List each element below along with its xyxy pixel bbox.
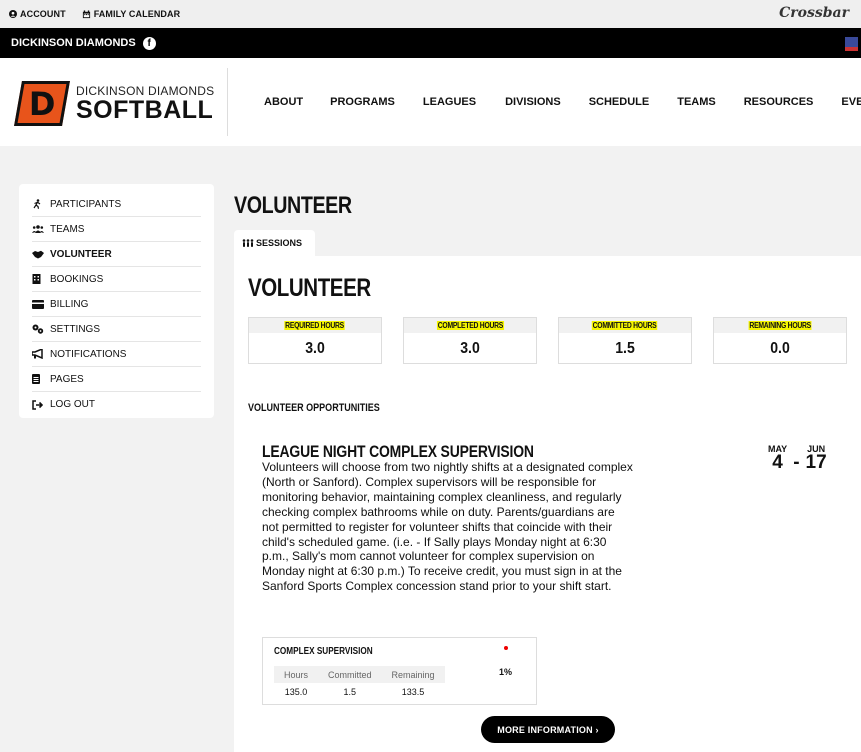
facebook-icon[interactable]: f bbox=[142, 36, 156, 50]
shift-header-hours: Hours bbox=[274, 666, 319, 683]
logo-line2: SOFTBALL bbox=[76, 96, 214, 124]
main-nav: ABOUT PROGRAMS LEAGUES DIVISIONS SCHEDUL… bbox=[264, 96, 861, 108]
sidebar-item-logout[interactable]: LOG OUT bbox=[32, 392, 201, 417]
account-label: ACCOUNT bbox=[20, 9, 66, 19]
group-icon bbox=[242, 239, 254, 247]
required-hours-card: REQUIRED HOURS 3.0 bbox=[248, 317, 382, 364]
end-day: 17 bbox=[805, 452, 827, 473]
team-bar: DICKINSON DIAMONDS f bbox=[0, 28, 861, 58]
date-dash: - bbox=[793, 452, 800, 473]
shift-remaining-value: 133.5 bbox=[401, 686, 425, 697]
opportunity-dates: MAY 4 - JUN 17 bbox=[768, 445, 827, 473]
completed-hours-label: COMPLETED HOURS bbox=[436, 321, 504, 330]
site-header: D DICKINSON DIAMONDS SOFTBALL ABOUT PROG… bbox=[0, 58, 861, 146]
more-information-button[interactable]: MORE INFORMATION › bbox=[481, 716, 615, 743]
logo-mark: D bbox=[14, 81, 70, 126]
flag-icon[interactable] bbox=[845, 37, 858, 51]
tab-sessions-label: SESSIONS bbox=[256, 238, 303, 248]
shift-hours-value: 135.0 bbox=[284, 686, 308, 697]
committed-hours-label: COMMITTED HOURS bbox=[592, 321, 658, 330]
tab-sessions[interactable]: SESSIONS bbox=[234, 230, 315, 256]
committed-hours-card: COMMITTED HOURS 1.5 bbox=[558, 317, 692, 364]
family-calendar-label: FAMILY CALENDAR bbox=[93, 9, 181, 19]
sidebar-item-bookings[interactable]: BOOKINGS bbox=[32, 267, 201, 292]
account-sidebar: PARTICIPANTS TEAMS VOLUNTEER BOOKINGS BI… bbox=[19, 184, 214, 418]
nav-teams[interactable]: TEAMS bbox=[677, 96, 716, 108]
user-circle-icon bbox=[9, 10, 17, 18]
opportunity-description: Volunteers will choose from two nightly … bbox=[262, 460, 633, 594]
sidebar-item-participants[interactable]: PARTICIPANTS bbox=[32, 192, 201, 217]
shift-header-committed: Committed bbox=[318, 666, 382, 683]
shift-card: COMPLEX SUPERVISION Hours Committed Rema… bbox=[262, 637, 537, 705]
gears-icon bbox=[32, 324, 50, 334]
sidebar-item-pages[interactable]: PAGES bbox=[32, 367, 201, 392]
shift-percent: 1% bbox=[499, 667, 513, 677]
sidebar-item-volunteer[interactable]: VOLUNTEER bbox=[32, 242, 201, 267]
runner-icon bbox=[32, 199, 50, 209]
required-hours-label: REQUIRED HOURS bbox=[284, 321, 346, 330]
start-day: 4 bbox=[772, 452, 783, 473]
opportunities-title: VOLUNTEER OPPORTUNITIES bbox=[248, 402, 380, 414]
credit-card-icon bbox=[32, 299, 50, 309]
shift-header-remaining: Remaining bbox=[381, 666, 445, 683]
page-title: VOLUNTEER bbox=[234, 192, 352, 219]
nav-events[interactable]: EVENTS bbox=[841, 96, 861, 108]
sidebar-item-settings[interactable]: SETTINGS bbox=[32, 317, 201, 342]
handshake-icon bbox=[32, 250, 50, 259]
sidebar-item-teams[interactable]: TEAMS bbox=[32, 217, 201, 242]
remaining-hours-card: REMAINING HOURS 0.0 bbox=[713, 317, 847, 364]
megaphone-icon bbox=[32, 349, 50, 359]
shift-name: COMPLEX SUPERVISION bbox=[274, 646, 373, 657]
committed-hours-value: 1.5 bbox=[615, 339, 635, 357]
shift-committed-value: 1.5 bbox=[343, 686, 357, 697]
logout-icon bbox=[32, 399, 50, 410]
sidebar-item-notifications[interactable]: NOTIFICATIONS bbox=[32, 342, 201, 367]
sidebar-item-billing[interactable]: BILLING bbox=[32, 292, 201, 317]
nav-schedule[interactable]: SCHEDULE bbox=[589, 96, 650, 108]
completed-hours-value: 3.0 bbox=[460, 339, 480, 357]
status-dot-icon bbox=[504, 646, 508, 650]
header-divider bbox=[227, 68, 228, 136]
section-title: VOLUNTEER bbox=[248, 274, 371, 302]
team-name: DICKINSON DIAMONDS bbox=[11, 37, 136, 49]
building-icon bbox=[32, 274, 50, 284]
remaining-hours-label: REMAINING HOURS bbox=[748, 321, 812, 330]
nav-programs[interactable]: PROGRAMS bbox=[330, 96, 395, 108]
users-icon bbox=[32, 224, 50, 234]
site-logo[interactable]: D DICKINSON DIAMONDS SOFTBALL bbox=[14, 81, 214, 126]
shift-table: Hours Committed Remaining 135.0 1.5 133.… bbox=[274, 666, 445, 700]
nav-about[interactable]: ABOUT bbox=[264, 96, 303, 108]
crossbar-logo[interactable]: Crossbar bbox=[779, 5, 849, 21]
completed-hours-card: COMPLETED HOURS 3.0 bbox=[403, 317, 537, 364]
nav-resources[interactable]: RESOURCES bbox=[744, 96, 814, 108]
utility-bar: ACCOUNT FAMILY CALENDAR Crossbar bbox=[0, 0, 861, 28]
nav-divisions[interactable]: DIVISIONS bbox=[505, 96, 561, 108]
required-hours-value: 3.0 bbox=[305, 339, 325, 357]
family-calendar-link[interactable]: FAMILY CALENDAR bbox=[82, 9, 181, 19]
opportunity-title[interactable]: LEAGUE NIGHT COMPLEX SUPERVISION bbox=[262, 442, 534, 462]
calendar-icon bbox=[82, 9, 90, 18]
account-link[interactable]: ACCOUNT bbox=[9, 9, 66, 19]
file-icon bbox=[32, 374, 50, 384]
remaining-hours-value: 0.0 bbox=[770, 339, 790, 357]
nav-leagues[interactable]: LEAGUES bbox=[423, 96, 476, 108]
